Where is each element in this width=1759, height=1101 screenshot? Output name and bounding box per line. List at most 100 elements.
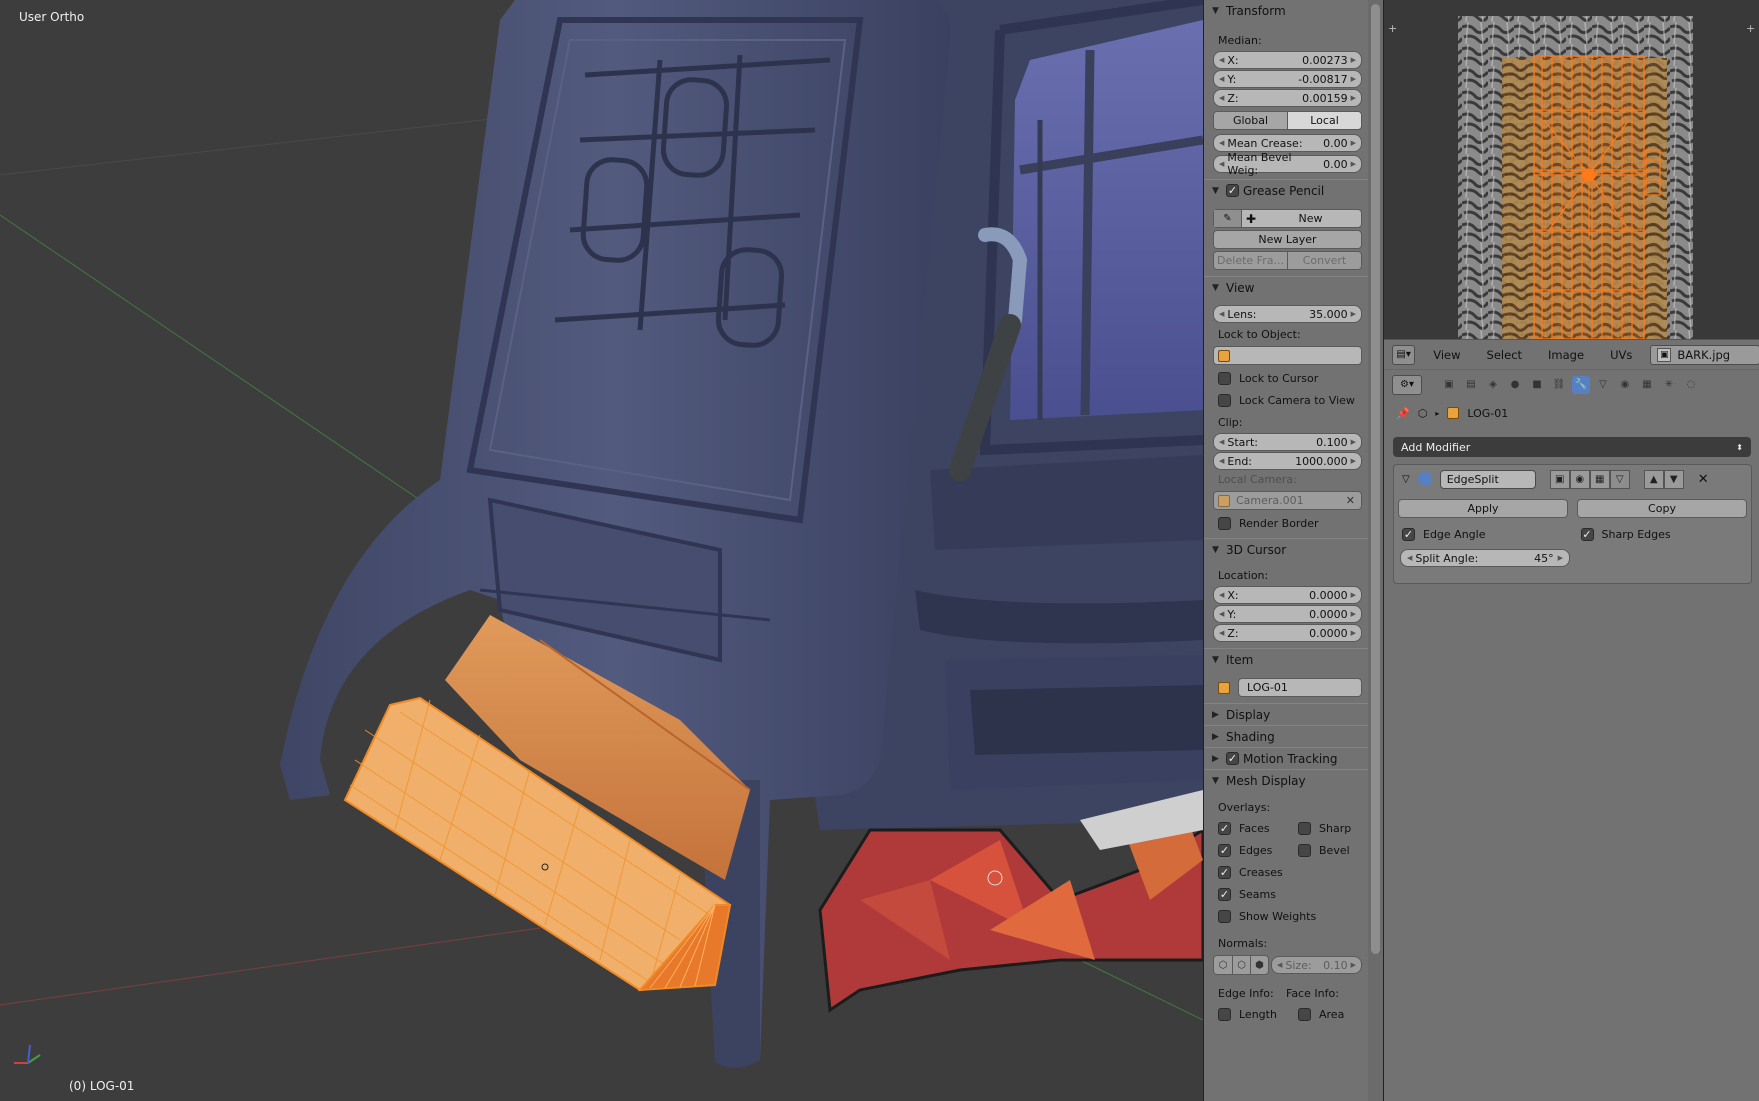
lock-camera-checkbox[interactable]: Lock Camera to View bbox=[1204, 389, 1370, 411]
data-tab-icon[interactable]: ▽ bbox=[1594, 376, 1612, 394]
image-browse-field[interactable]: ▣ BARK.jpg bbox=[1650, 344, 1759, 365]
lock-object-field[interactable] bbox=[1213, 346, 1362, 365]
sidebar-scrollbar[interactable] bbox=[1368, 0, 1383, 1101]
uv-canvas[interactable]: + + bbox=[1384, 0, 1759, 339]
median-x-field[interactable]: ◀ X: 0.00273 ▶ bbox=[1213, 51, 1362, 69]
render-tab-icon[interactable]: ▣ bbox=[1440, 376, 1458, 394]
seams-checkbox[interactable]: ✓ Seams bbox=[1204, 883, 1370, 905]
median-z-field[interactable]: ◀ Z: 0.00159 ▶ bbox=[1213, 89, 1362, 107]
modifier-name-field[interactable]: EdgeSplit bbox=[1439, 469, 1536, 489]
motion-tracking-checkbox[interactable]: ✓ bbox=[1226, 752, 1239, 765]
mean-bevel-field[interactable]: ◀ Mean Bevel Weig: 0.00 ▶ bbox=[1213, 151, 1362, 177]
editor-type-icon[interactable]: ▤▾ bbox=[1392, 344, 1416, 365]
menu-view[interactable]: View bbox=[1425, 343, 1468, 367]
motion-tracking-header[interactable]: ▶ ✓ Motion Tracking bbox=[1204, 747, 1370, 769]
right-editors: + + ▤▾ View Select Image UVs ▣ BARK.jpg … bbox=[1383, 0, 1759, 1101]
clip-start-field[interactable]: ◀ Start: 0.100 ▶ bbox=[1213, 433, 1362, 451]
lock-to-cursor-checkbox[interactable]: Lock to Cursor bbox=[1204, 367, 1370, 389]
length-checkbox[interactable]: Length bbox=[1204, 1003, 1284, 1025]
render-camera-icon[interactable]: ▣ bbox=[1549, 469, 1570, 489]
layers-tab-icon[interactable]: ▤ bbox=[1462, 376, 1480, 394]
move-up-icon[interactable]: ▲ bbox=[1643, 469, 1664, 489]
chevron-right-icon: ▸ bbox=[1435, 408, 1440, 418]
median-y-field[interactable]: ◀ Y: -0.00817 ▶ bbox=[1213, 70, 1362, 88]
add-modifier-dropdown[interactable]: Add Modifier ⬍ bbox=[1393, 437, 1751, 457]
pencil-icon[interactable]: ✎ bbox=[1214, 210, 1242, 227]
split-angle-field[interactable]: ◀ Split Angle: 45° ▶ bbox=[1400, 549, 1570, 567]
show-weights-checkbox[interactable]: Show Weights bbox=[1204, 905, 1370, 927]
menu-uvs[interactable]: UVs bbox=[1602, 343, 1640, 367]
apply-button[interactable]: Apply bbox=[1398, 499, 1568, 518]
normal-size-field[interactable]: ◀ Size: 0.10 ▶ bbox=[1271, 956, 1362, 974]
modifiers-wrench-icon[interactable]: 🔧 bbox=[1572, 375, 1590, 394]
edit-mode-icon[interactable]: ▦ bbox=[1589, 469, 1610, 489]
item-name-field[interactable]: LOG-01 bbox=[1238, 678, 1362, 697]
local-camera-field[interactable]: Camera.001 ✕ bbox=[1213, 491, 1362, 510]
cursor-header[interactable]: ▼ 3D Cursor bbox=[1204, 538, 1370, 560]
on-cage-icon[interactable]: ▽ bbox=[1609, 469, 1630, 489]
mesh-display-header[interactable]: ▼ Mesh Display bbox=[1204, 769, 1370, 791]
properties-editor-type-icon[interactable]: ⚙▾ bbox=[1392, 374, 1422, 395]
creases-checkbox[interactable]: ✓ Creases bbox=[1204, 861, 1370, 883]
faces-checkbox[interactable]: ✓ Faces bbox=[1204, 817, 1284, 839]
edge-angle-checkbox[interactable]: ✓ Edge Angle bbox=[1394, 523, 1573, 545]
render-border-checkbox[interactable]: Render Border bbox=[1204, 512, 1370, 534]
3d-viewport[interactable]: User Ortho (0) LOG-01 bbox=[0, 0, 1203, 1101]
new-layer-button[interactable]: New Layer bbox=[1213, 230, 1362, 249]
item-header[interactable]: ▼ Item bbox=[1204, 648, 1370, 670]
clear-x-icon[interactable]: ✕ bbox=[1346, 494, 1361, 507]
convert-button[interactable]: Convert bbox=[1287, 252, 1361, 269]
object-tab-icon[interactable]: ■ bbox=[1528, 376, 1546, 394]
grease-pencil-header[interactable]: ▼ ✓ Grease Pencil bbox=[1204, 179, 1370, 201]
lens-field[interactable]: ◀ Lens: 35.000 ▶ bbox=[1213, 305, 1362, 323]
sharp-edges-checkbox[interactable]: ✓ Sharp Edges bbox=[1573, 523, 1752, 545]
split-normals-icon[interactable]: ⬡ bbox=[1232, 956, 1250, 974]
cursor-y-field[interactable]: ◀ Y: 0.0000 ▶ bbox=[1213, 605, 1362, 623]
material-tab-icon[interactable]: ◉ bbox=[1616, 376, 1634, 394]
world-tab-icon[interactable]: ● bbox=[1506, 376, 1524, 394]
scrollbar-thumb[interactable] bbox=[1371, 4, 1380, 954]
cursor-z-field[interactable]: ◀ Z: 0.0000 ▶ bbox=[1213, 624, 1362, 642]
physics-tab-icon[interactable]: ◌ bbox=[1682, 376, 1700, 394]
uv-mesh-island[interactable] bbox=[1533, 55, 1661, 339]
space-toggle: Global Local bbox=[1213, 111, 1362, 130]
new-button[interactable]: New bbox=[1260, 212, 1361, 225]
delete-frame-button[interactable]: Delete Fra... bbox=[1214, 252, 1287, 269]
collapse-triangle-icon[interactable]: ▽ bbox=[1402, 474, 1410, 485]
pin-icon[interactable]: 📌 bbox=[1396, 407, 1410, 420]
grease-pencil-checkbox[interactable]: ✓ bbox=[1226, 184, 1239, 197]
particles-tab-icon[interactable]: ✳ bbox=[1660, 376, 1678, 394]
cursor-x-field[interactable]: ◀ X: 0.0000 ▶ bbox=[1213, 586, 1362, 604]
uv-image-editor[interactable]: + + bbox=[1384, 0, 1759, 339]
grease-pencil-new-row[interactable]: ✎ ✚ New bbox=[1213, 209, 1362, 228]
expand-triangle-icon: ▼ bbox=[1212, 775, 1219, 786]
viewport-scene[interactable] bbox=[0, 0, 1203, 1101]
global-button[interactable]: Global bbox=[1214, 112, 1287, 129]
view-header[interactable]: ▼ View bbox=[1204, 276, 1370, 298]
viewport-eye-icon[interactable]: ◉ bbox=[1569, 469, 1590, 489]
area-checkbox[interactable]: Area bbox=[1284, 1003, 1364, 1025]
clip-end-field[interactable]: ◀ End: 1000.000 ▶ bbox=[1213, 452, 1362, 470]
constraints-tab-icon[interactable]: ⛓ bbox=[1550, 376, 1568, 394]
bevel-checkbox[interactable]: Bevel bbox=[1284, 839, 1364, 861]
local-button[interactable]: Local bbox=[1287, 112, 1361, 129]
normals-label: Normals: bbox=[1218, 937, 1268, 950]
move-down-icon[interactable]: ▼ bbox=[1663, 469, 1684, 489]
properties-sidebar[interactable]: ▼ Transform Median: ◀ X: 0.00273 ▶ ◀ Y: -0.00… bbox=[1203, 0, 1370, 1101]
menu-image[interactable]: Image bbox=[1540, 343, 1592, 367]
transform-header[interactable]: ▼ Transform bbox=[1204, 0, 1370, 22]
edges-checkbox[interactable]: ✓ Edges bbox=[1204, 839, 1284, 861]
scene-tab-icon[interactable]: ◈ bbox=[1484, 376, 1502, 394]
texture-tab-icon[interactable]: ▦ bbox=[1638, 376, 1656, 394]
display-header[interactable]: ▶ Display bbox=[1204, 703, 1370, 725]
mean-crease-field[interactable]: ◀ Mean Crease: 0.00 ▶ bbox=[1213, 134, 1362, 152]
sharp-checkbox[interactable]: Sharp bbox=[1284, 817, 1364, 839]
remove-modifier-close-icon[interactable]: ✕ bbox=[1698, 472, 1709, 487]
shading-header[interactable]: ▶ Shading bbox=[1204, 725, 1370, 747]
face-normals-icon[interactable]: ⬢ bbox=[1250, 956, 1268, 974]
mesh-display-panel: ▼ Mesh Display Overlays: ✓ Faces Sharp ✓ E… bbox=[1204, 769, 1370, 1025]
vertex-normals-icon[interactable]: ⬡ bbox=[1214, 956, 1232, 974]
copy-button[interactable]: Copy bbox=[1577, 499, 1747, 518]
menu-select[interactable]: Select bbox=[1479, 343, 1530, 367]
view-panel: ▼ View ◀ Lens: 35.000 ▶ Lock to Object: Loc… bbox=[1204, 276, 1370, 534]
